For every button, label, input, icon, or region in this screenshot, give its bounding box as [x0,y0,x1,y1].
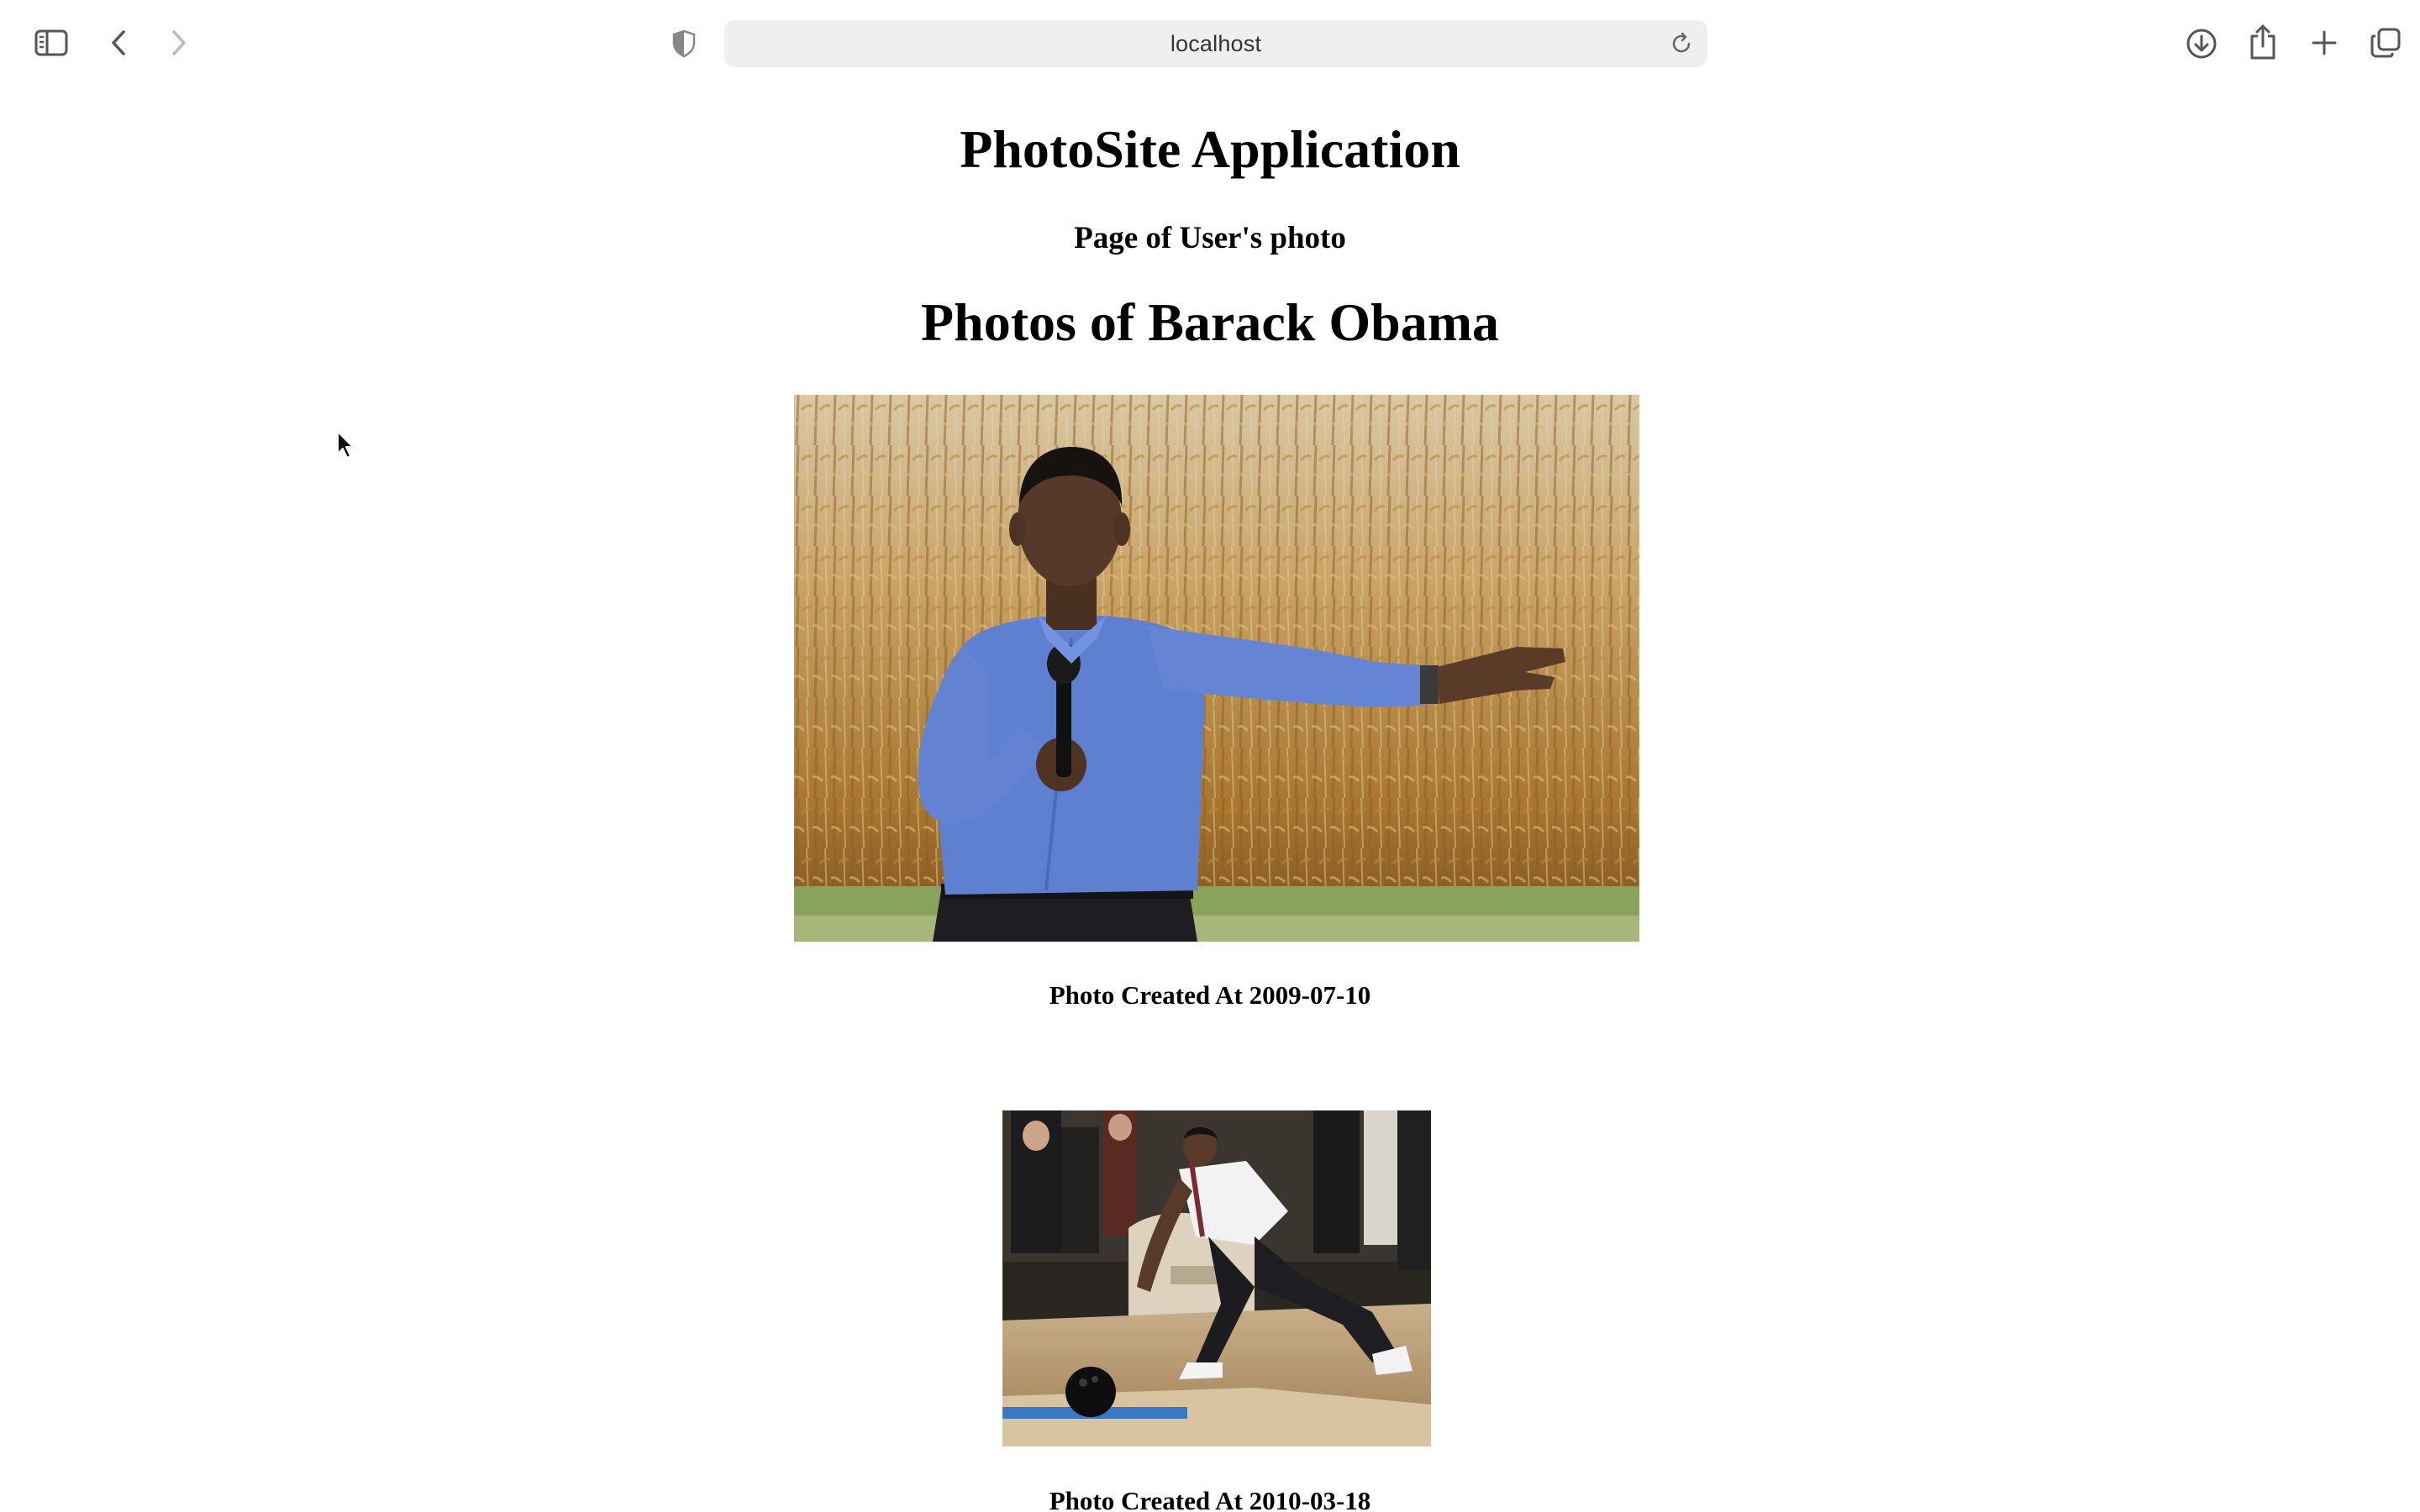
app-title: PhotoSite Application [960,119,1460,179]
photo-cornfield-speech[interactable] [794,395,1639,942]
photo-bowling[interactable] [1002,1110,1431,1446]
page-subtitle: Page of User's photo [1074,221,1346,255]
address-bar[interactable]: localhost [724,20,1707,67]
photo-caption: Photo Created At 2009-07-10 [1049,980,1371,1010]
reload-icon[interactable] [1669,31,1694,60]
download-icon[interactable] [2183,25,2220,62]
photo-caption: Photo Created At 2010-03-18 [1049,1486,1371,1512]
browser-toolbar: localhost [0,0,2420,86]
share-icon[interactable] [2245,22,2281,62]
plus-icon[interactable] [2307,25,2341,60]
user-photos-heading: Photos of Barack Obama [921,292,1499,352]
tab-overview-icon[interactable] [2368,25,2403,60]
chevron-right-icon[interactable] [165,25,193,60]
mouse-cursor-icon [336,430,356,465]
chevron-left-icon[interactable] [104,25,133,60]
shield-icon[interactable] [669,27,699,60]
url-text: localhost [1170,30,1262,56]
sidebar-icon[interactable] [32,25,71,60]
